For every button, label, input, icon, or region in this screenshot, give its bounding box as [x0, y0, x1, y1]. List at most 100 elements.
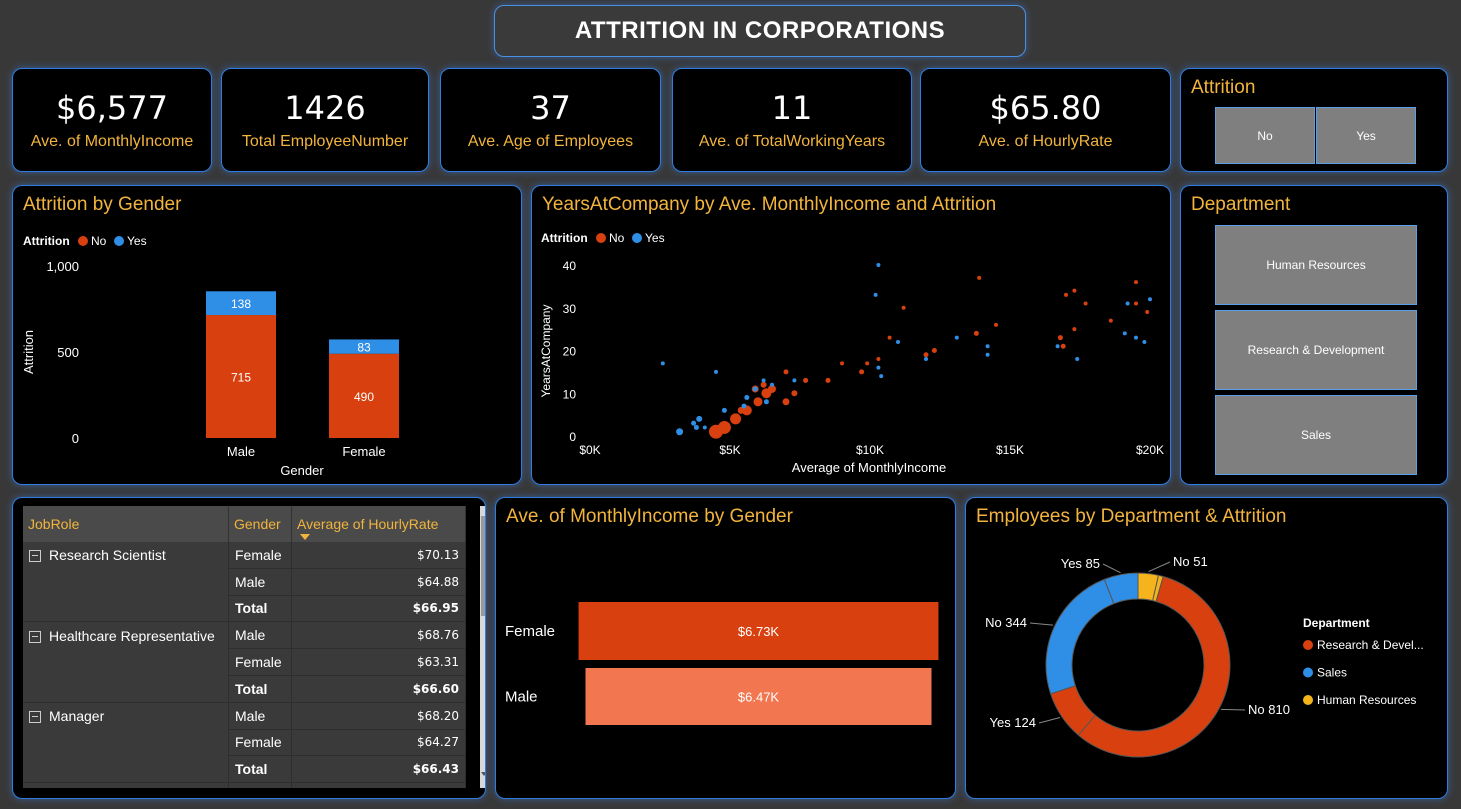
scatter-point-no [1057, 335, 1063, 341]
scatter-point-yes [876, 365, 881, 370]
legend-label: Human Resources [1317, 693, 1416, 707]
table-row: Female $64.27 [23, 729, 466, 757]
kpi-label: Ave. of HourlyRate [978, 133, 1113, 150]
scatter-point-yes [744, 395, 750, 401]
data-label: No 51 [1173, 554, 1208, 569]
scatter-point-yes [691, 420, 697, 426]
legend-title: Department [1303, 616, 1370, 630]
kpi-value: 11 [771, 89, 813, 127]
gender-cell: Female [228, 542, 292, 569]
scatter-point-yes [1075, 357, 1080, 362]
kpi-label: Ave. of MonthlyIncome [30, 133, 194, 150]
scatter-point-no [1072, 327, 1077, 332]
column-header-hourly-rate[interactable]: Average of HourlyRate [291, 506, 466, 542]
legend-marker [1303, 695, 1313, 705]
legend-marker [114, 236, 124, 246]
table-scrollbar[interactable] [480, 506, 485, 788]
scatter-point-no [977, 275, 982, 280]
collapse-icon[interactable] [29, 550, 41, 563]
data-label: $6.73K [738, 624, 780, 639]
kpi-value: $65.80 [989, 89, 1102, 127]
data-label: 715 [231, 371, 251, 385]
legend-label: Research & Devel... [1317, 638, 1424, 652]
column-header-gender[interactable]: Gender [228, 506, 292, 542]
scatter-point-no [1108, 318, 1113, 323]
scatter-point-no [901, 305, 906, 310]
slicer-option-research-development[interactable]: Research & Development [1215, 310, 1417, 390]
scatter-point-yes [1134, 335, 1138, 340]
kpi-value: $6,577 [56, 89, 168, 127]
table-header-row: JobRole Gender Average of HourlyRate [23, 506, 466, 542]
legend-label: Yes [127, 234, 147, 248]
data-label: No 810 [1248, 702, 1290, 717]
collapse-icon[interactable] [29, 630, 41, 643]
scatter-point-yes [741, 403, 747, 409]
scatter-point-yes [761, 378, 766, 383]
slicer-option-yes[interactable]: Yes [1316, 107, 1416, 164]
scatter-point-yes [1148, 297, 1152, 302]
y-tick-label: 1,000 [46, 259, 79, 274]
gender-cell: Male [228, 621, 292, 650]
table-row: Manager Male $68.20 [23, 702, 466, 730]
slicer-option-no[interactable]: No [1215, 107, 1315, 164]
y-axis-label: YearsAtCompany [539, 305, 553, 398]
table-row: Total $66.60 [23, 675, 466, 703]
kpi-label: Ave. of TotalWorkingYears [698, 133, 886, 150]
table-row: Male $64.88 [23, 568, 466, 596]
legend-label: No [91, 234, 107, 248]
dept-attrition-donut: No 51 No 810 Yes 124 No 344 Yes 85 Department… [985, 554, 1424, 758]
scatter-point-yes [660, 361, 665, 366]
scrollbar-thumb[interactable] [481, 516, 485, 616]
collapse-icon[interactable] [29, 711, 41, 724]
scatter-point-no [783, 369, 789, 375]
scatter-point-no [840, 361, 844, 366]
hourly-rate-cell: $70.13 [291, 542, 466, 569]
scatter-point-no [1145, 310, 1150, 315]
leader-line [1102, 563, 1121, 574]
scatter-point-yes [924, 357, 928, 362]
hourly-rate-cell: $66.60 [291, 675, 466, 703]
kpi-label: Total EmployeeNumber [241, 133, 409, 150]
jobrole-cell: Manager [23, 702, 229, 730]
dashboard-title: ATTRITION IN CORPORATIONS [494, 5, 1026, 57]
y-tick-label: 500 [57, 345, 79, 360]
table-row: Total $66.95 [23, 595, 466, 623]
scatter-point-no [730, 413, 742, 425]
x-tick-label: Male [227, 444, 255, 459]
x-tick-label: $5K [719, 443, 740, 457]
kpi-hourly-rate: $65.80 Ave. of HourlyRate [920, 68, 1171, 172]
data-label: $6.47K [738, 690, 780, 705]
jobrole-cell [23, 755, 229, 784]
gender-cell: Male [228, 782, 292, 788]
scatter-point-no [973, 330, 979, 336]
hourly-rate-cell: $64.27 [291, 729, 466, 757]
table-row: Laboratory TechnicianMale$68 [23, 782, 466, 788]
scatter-point-yes [763, 399, 769, 405]
scatter-point-no [887, 335, 892, 340]
gender-cell: Female [228, 729, 292, 757]
attrition-slicer: Attrition No Yes [1180, 68, 1448, 172]
gender-cell: Male [228, 568, 292, 596]
slicer-option-human-resources[interactable]: Human Resources [1215, 225, 1417, 305]
legend-marker [1303, 640, 1313, 650]
data-label: 490 [354, 390, 374, 404]
column-header-jobrole[interactable]: JobRole [23, 506, 229, 542]
kpi-value: 1426 [284, 89, 366, 127]
scatter-point-no [1134, 301, 1138, 306]
kpi-label: Ave. Age of Employees [467, 133, 634, 150]
slicer-option-sales[interactable]: Sales [1215, 395, 1417, 475]
attrition-slicer-title: Attrition [1191, 77, 1256, 98]
scatter-point-yes [1122, 331, 1127, 336]
gender-cell: Total [228, 755, 292, 784]
scroll-down-icon[interactable] [481, 772, 485, 776]
scatter-point-no [791, 390, 798, 397]
scatter-point-no [931, 348, 937, 353]
attrition-by-gender-chart: Attrition No Yes 0 500 1,000 Attrition 715 138 Ma… [21, 234, 399, 478]
scatter-point-no [1083, 301, 1088, 306]
jobrole-cell [23, 648, 229, 676]
data-label: 83 [357, 341, 371, 355]
y-tick-label: 40 [563, 259, 577, 273]
scatter-point-no [825, 377, 831, 383]
legend-label: Sales [1317, 666, 1347, 680]
jobrole-label: Manager [49, 707, 105, 724]
